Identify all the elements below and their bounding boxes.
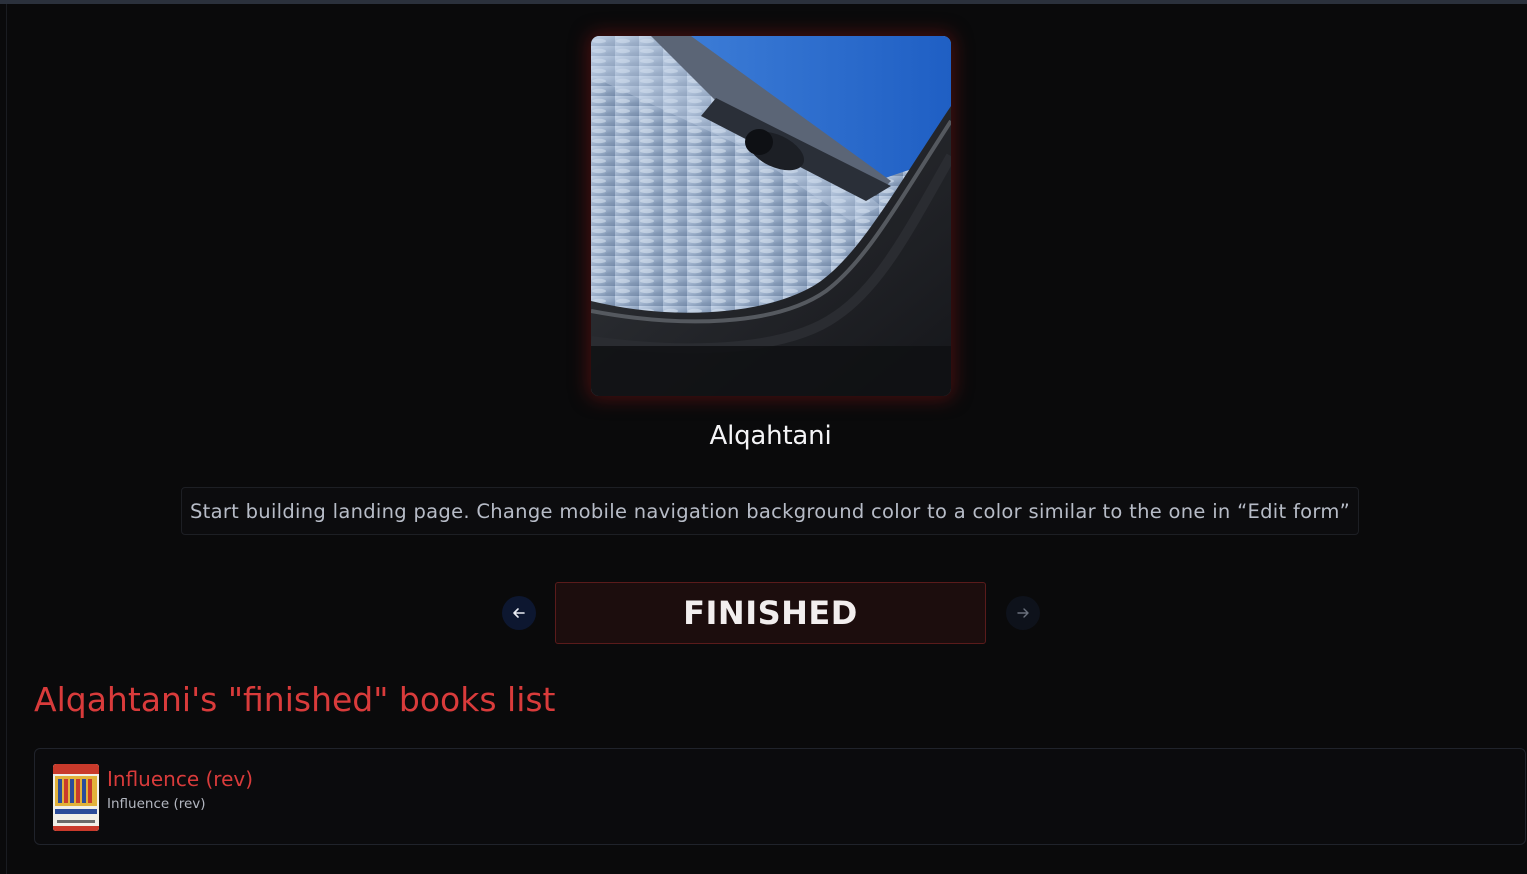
- book-list-item[interactable]: Influence (rev) Influence (rev): [34, 748, 1526, 845]
- book-cover-influence: [53, 764, 99, 831]
- status-text: Start building landing page. Change mobi…: [189, 499, 1351, 523]
- next-shelf-button[interactable]: [1006, 596, 1040, 630]
- arrow-right-icon: [1017, 608, 1029, 618]
- profile-avatar: [591, 36, 951, 396]
- arrow-left-icon: [513, 608, 525, 618]
- current-shelf-label: FINISHED: [555, 582, 986, 644]
- profile-username: Alqahtani: [709, 421, 832, 451]
- profile-status: Start building landing page. Change mobi…: [181, 487, 1359, 535]
- previous-shelf-button[interactable]: [502, 596, 536, 630]
- book-cover[interactable]: [53, 764, 99, 831]
- shelf-name: FINISHED: [683, 594, 858, 632]
- book-subtitle: Influence (rev): [107, 796, 206, 812]
- book-title-link[interactable]: Influence (rev): [107, 767, 253, 791]
- avatar-photo: [591, 36, 951, 396]
- books-list-title: Alqahtani's "finished" books list: [34, 680, 556, 719]
- top-border: [0, 0, 1527, 4]
